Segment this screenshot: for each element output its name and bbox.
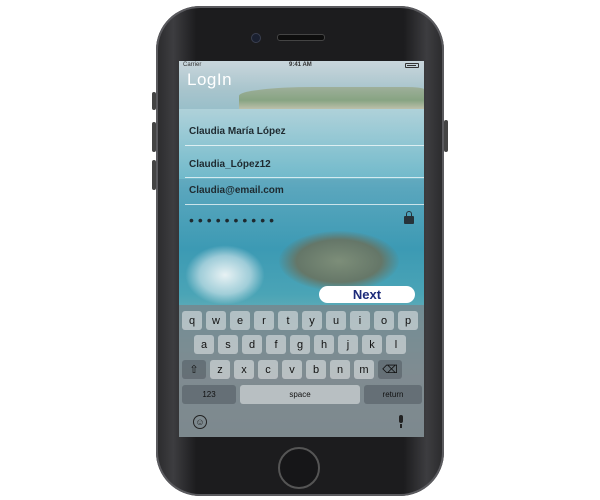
keyboard-accessory-bar: ☺ (179, 411, 424, 437)
keyboard-row-1: qwertyuiop (182, 311, 418, 330)
key-b[interactable]: b (306, 360, 326, 379)
key-q[interactable]: q (182, 311, 202, 330)
keyboard-row-4: 123 space return (182, 385, 422, 404)
numbers-key[interactable]: 123 (182, 385, 236, 404)
key-n[interactable]: n (330, 360, 350, 379)
microphone-icon[interactable] (397, 415, 405, 429)
clock: 9:41 AM (289, 62, 312, 68)
key-e[interactable]: e (230, 311, 250, 330)
key-d[interactable]: d (242, 335, 262, 354)
page-title: LogIn (187, 70, 233, 89)
earpiece-speaker (277, 34, 325, 41)
lock-icon (404, 211, 414, 224)
email-field[interactable]: Claudia@email.com (189, 185, 284, 196)
keyboard-row-3: ⇧ z x c v b n m ⌫ (182, 360, 402, 379)
delete-key[interactable]: ⌫ (378, 360, 402, 379)
divider (185, 177, 424, 178)
key-z[interactable]: z (210, 360, 230, 379)
app-screen: Carrier 9:41 AM LogIn Claudia María Lópe… (179, 61, 424, 437)
keyboard-row-2: asdfghjkl (194, 335, 406, 354)
background-turtle (279, 231, 399, 291)
return-key[interactable]: return (364, 385, 422, 404)
full-name-field[interactable]: Claudia María López (189, 126, 286, 137)
key-h[interactable]: h (314, 335, 334, 354)
background-foam (185, 245, 265, 305)
key-y[interactable]: y (302, 311, 322, 330)
key-k[interactable]: k (362, 335, 382, 354)
key-p[interactable]: p (398, 311, 418, 330)
mute-switch (152, 92, 156, 110)
key-o[interactable]: o (374, 311, 394, 330)
shift-key[interactable]: ⇧ (182, 360, 206, 379)
volume-down-button (152, 160, 156, 190)
background-island (239, 87, 424, 109)
divider (185, 145, 424, 146)
volume-up-button (152, 122, 156, 152)
front-camera (251, 33, 261, 43)
key-f[interactable]: f (266, 335, 286, 354)
username-field[interactable]: Claudia_López12 (189, 159, 271, 170)
key-i[interactable]: i (350, 311, 370, 330)
next-button[interactable]: Next (319, 286, 415, 303)
key-l[interactable]: l (386, 335, 406, 354)
power-button (444, 120, 448, 152)
key-j[interactable]: j (338, 335, 358, 354)
divider (185, 204, 424, 205)
space-key[interactable]: space (240, 385, 360, 404)
key-m[interactable]: m (354, 360, 374, 379)
key-g[interactable]: g (290, 335, 310, 354)
password-field[interactable]: •••••••••• (189, 212, 278, 228)
on-screen-keyboard: qwertyuiop asdfghjkl ⇧ z x c v b n m ⌫ 123 spac… (179, 305, 424, 437)
key-c[interactable]: c (258, 360, 278, 379)
key-v[interactable]: v (282, 360, 302, 379)
battery-icon (405, 63, 419, 68)
carrier-label: Carrier (183, 62, 202, 68)
key-t[interactable]: t (278, 311, 298, 330)
home-button[interactable] (278, 447, 320, 489)
emoji-icon[interactable]: ☺ (193, 415, 207, 429)
key-w[interactable]: w (206, 311, 226, 330)
key-x[interactable]: x (234, 360, 254, 379)
key-s[interactable]: s (218, 335, 238, 354)
key-u[interactable]: u (326, 311, 346, 330)
key-a[interactable]: a (194, 335, 214, 354)
key-r[interactable]: r (254, 311, 274, 330)
